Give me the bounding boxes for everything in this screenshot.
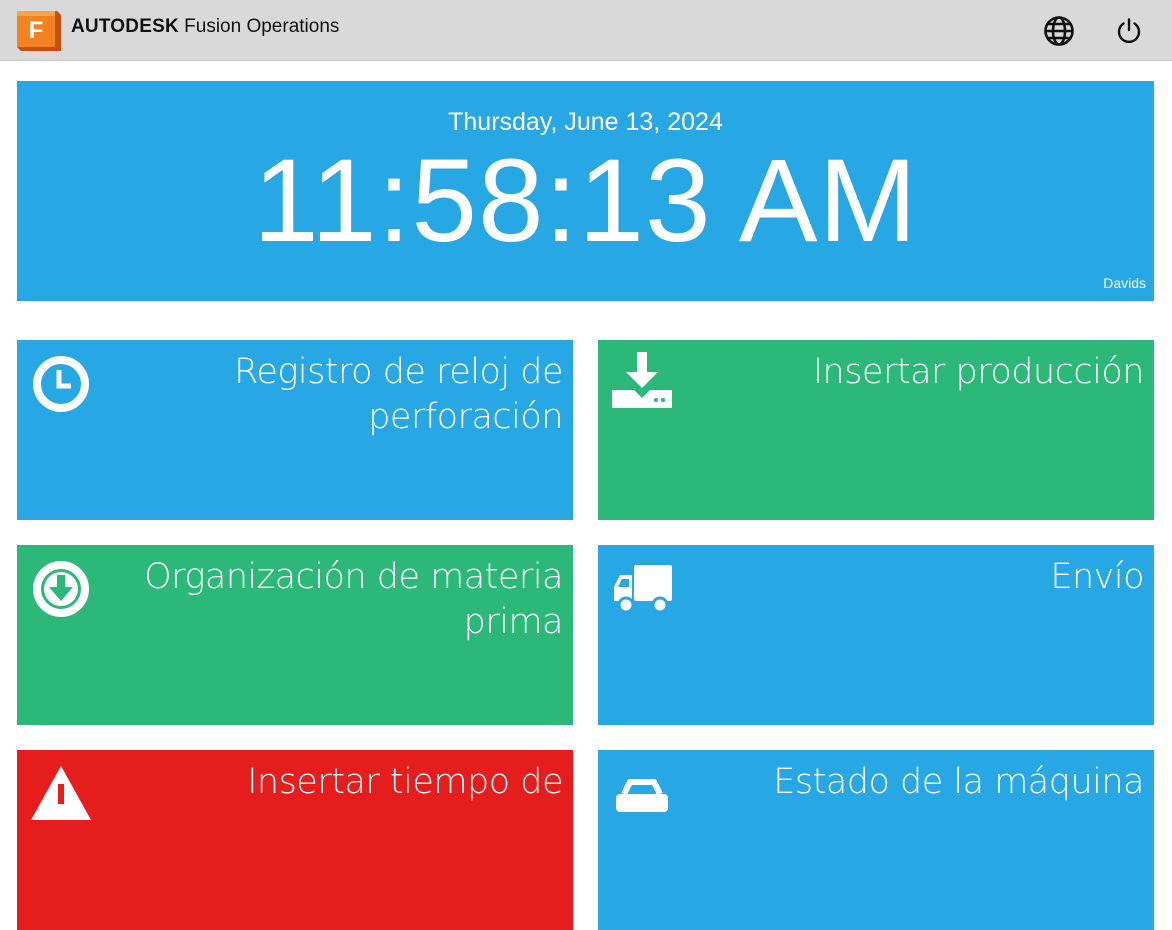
current-time: 11:58:13 AM	[253, 135, 918, 267]
tile-label: Envío	[1050, 557, 1144, 597]
tile-punch-clock[interactable]: Registro de reloj de perforación	[17, 340, 573, 520]
brand-name: AUTODESK Fusion Operations	[71, 16, 339, 38]
tile-insert-downtime[interactable]: Insertar tiempo de	[17, 750, 573, 930]
top-bar: F AUTODESK Fusion Operations	[0, 0, 1172, 61]
truck-icon	[614, 565, 672, 614]
tile-label: Insertar tiempo de	[247, 762, 563, 802]
tile-label: Organización de materia prima	[144, 557, 563, 642]
current-date: Thursday, June 13, 2024	[448, 108, 723, 136]
power-icon	[1117, 18, 1141, 44]
tile-insert-production[interactable]: Insertar producción	[598, 340, 1154, 520]
tile-raw-material[interactable]: Organización de materia prima	[17, 545, 573, 725]
tile-label: Estado de la máquina	[773, 762, 1144, 802]
language-button[interactable]	[1041, 13, 1077, 49]
tile-machine-status[interactable]: Estado de la máquina	[598, 750, 1154, 930]
tile-label: Registro de reloj de perforación	[234, 352, 563, 437]
machine-icon	[616, 779, 668, 812]
user-name: Davids	[1103, 275, 1146, 291]
brand-autodesk: AUTODESK	[71, 16, 179, 37]
brand-product: Fusion Operations	[184, 16, 340, 37]
tile-shipping[interactable]: Envío	[598, 545, 1154, 725]
logo-letter: F	[29, 17, 44, 44]
warning-icon	[31, 766, 91, 820]
download-tray-icon	[612, 352, 672, 408]
clock-panel: Thursday, June 13, 2024 11:58:13 AM Davi…	[17, 81, 1154, 301]
clock-icon	[33, 356, 89, 412]
tile-label: Insertar producción	[812, 352, 1145, 392]
fusion-logo-icon: F	[17, 11, 61, 51]
globe-icon	[1044, 16, 1074, 46]
power-button[interactable]	[1111, 13, 1147, 49]
arrow-down-circle-icon	[33, 561, 89, 617]
